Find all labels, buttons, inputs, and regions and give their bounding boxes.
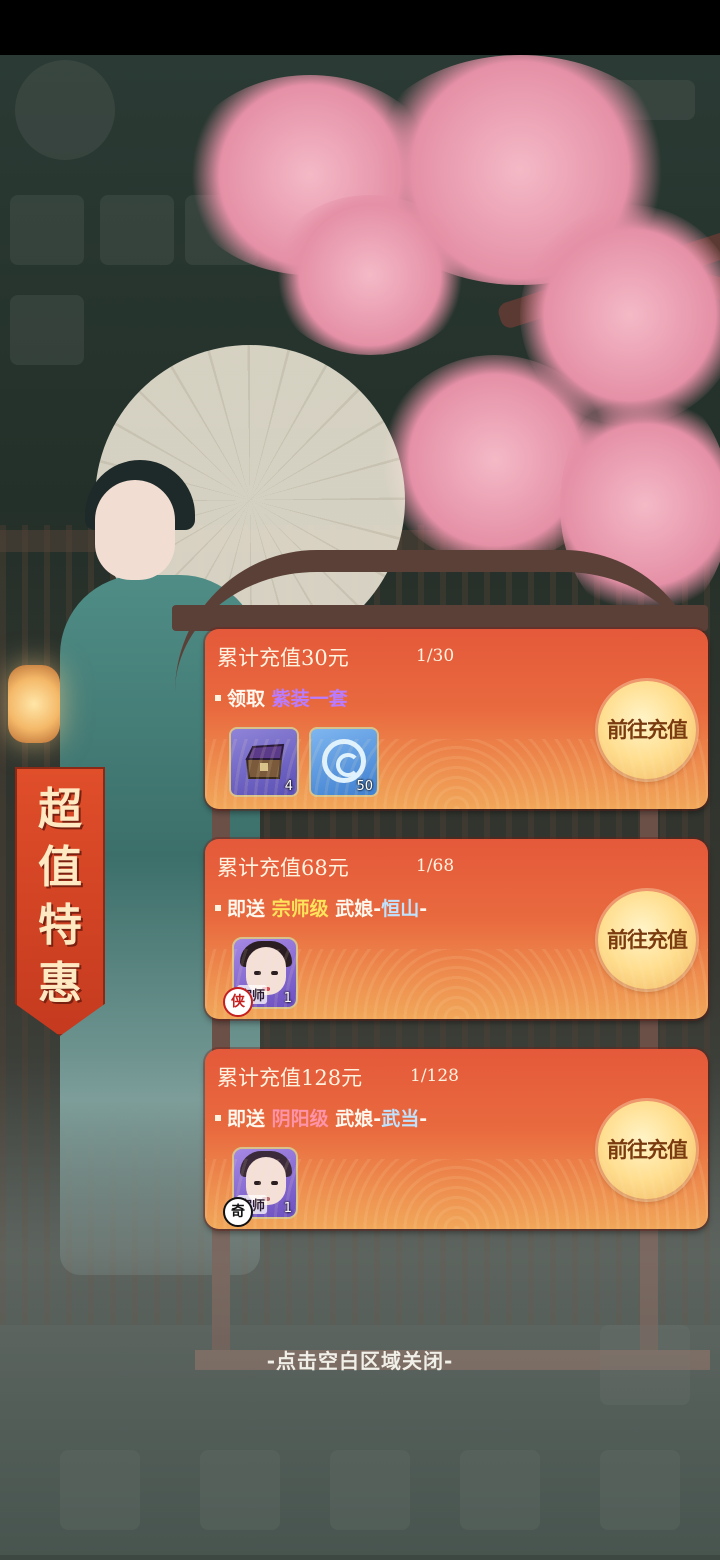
character-face xyxy=(95,480,175,580)
reward-description: 即送 宗师级 武娘-恒山- xyxy=(213,894,427,921)
reward-item[interactable]: 50 xyxy=(309,727,379,797)
tier-progress: 1/30 xyxy=(416,646,455,666)
arch-beam xyxy=(172,605,708,631)
reward-prefix: 即送 xyxy=(227,1108,266,1130)
reward-description: 领取 紫装一套 xyxy=(213,684,348,711)
item-count: 1 xyxy=(283,991,292,1006)
recharge-tier-card: 累计充值128元 1/128 即送 阴阳级 武娘-武当- 宗师 1 奇 前往充值 xyxy=(205,1049,708,1229)
portrait-eye xyxy=(254,1181,261,1185)
lantern-icon xyxy=(8,665,60,743)
cherry-blossom xyxy=(270,195,470,355)
tier-title: 累计充值68元 xyxy=(217,856,349,880)
bullet-icon xyxy=(215,694,221,701)
portrait-face xyxy=(246,947,286,995)
portrait-lips xyxy=(262,1197,270,1201)
tier-title: 累计充值30元 xyxy=(217,646,349,670)
background-nav-icon xyxy=(600,1450,680,1530)
reward-faction: 恒山 xyxy=(381,898,420,920)
portrait-hair xyxy=(240,941,292,967)
reward-highlight: 紫装一套 xyxy=(271,688,348,710)
promo-banner-text: 超值特惠 xyxy=(38,784,82,1009)
item-count: 1 xyxy=(283,1201,292,1216)
background-feature-icon xyxy=(10,195,84,265)
portrait-hair xyxy=(240,1151,292,1177)
portrait-eye xyxy=(271,1181,278,1185)
item-count: 50 xyxy=(356,779,373,794)
treasure-chest-icon xyxy=(245,743,285,779)
item-count: 4 xyxy=(284,779,293,794)
recharge-tier-card: 累计充值68元 1/68 即送 宗师级 武娘-恒山- 宗师 1 侠 前往充值 xyxy=(205,839,708,1019)
background-nav-icon xyxy=(60,1450,140,1530)
reward-prefix: 领取 xyxy=(227,688,266,710)
background-feature-icon xyxy=(10,295,84,365)
game-scene[interactable]: 超值特惠 累计充值30元 1/30 领取 紫装一套 4 50 前往充值 累计充值… xyxy=(0,55,720,1560)
status-bar xyxy=(0,0,720,55)
go-recharge-button[interactable]: 前往充值 xyxy=(598,891,696,989)
bullet-icon xyxy=(215,1114,221,1121)
portrait-eye xyxy=(254,971,261,975)
background-nav-icon xyxy=(330,1450,410,1530)
player-avatar xyxy=(15,60,115,160)
reward-role: 武娘 xyxy=(335,898,374,920)
close-hint-text[interactable]: -点击空白区域关闭- xyxy=(0,1345,720,1374)
promo-banner: 超值特惠 xyxy=(15,767,105,1036)
tier-progress: 1/68 xyxy=(416,856,455,876)
background-feature-icon xyxy=(100,195,174,265)
portrait-face xyxy=(246,1157,286,1205)
reward-role: 武娘 xyxy=(335,1108,374,1130)
class-badge-icon: 奇 xyxy=(223,1197,253,1227)
go-recharge-button[interactable]: 前往充值 xyxy=(598,1101,696,1199)
class-badge-icon: 侠 xyxy=(223,987,253,1017)
portrait-lips xyxy=(262,987,270,991)
reward-highlight: 宗师级 xyxy=(271,898,329,920)
reward-prefix: 即送 xyxy=(227,898,266,920)
reward-faction: 武当 xyxy=(381,1108,420,1130)
background-nav-icon xyxy=(200,1450,280,1530)
recharge-tier-card: 累计充值30元 1/30 领取 紫装一套 4 50 前往充值 xyxy=(205,629,708,809)
reward-item[interactable]: 4 xyxy=(229,727,299,797)
go-recharge-button[interactable]: 前往充值 xyxy=(598,681,696,779)
background-nav-icon xyxy=(460,1450,540,1530)
reward-description: 即送 阴阳级 武娘-武当- xyxy=(213,1104,427,1131)
tier-progress: 1/128 xyxy=(410,1066,459,1086)
tier-title: 累计充值128元 xyxy=(217,1066,363,1090)
blue-swirl-icon xyxy=(322,739,366,783)
reward-highlight: 阴阳级 xyxy=(271,1108,329,1130)
bullet-icon xyxy=(215,904,221,911)
portrait-eye xyxy=(271,971,278,975)
